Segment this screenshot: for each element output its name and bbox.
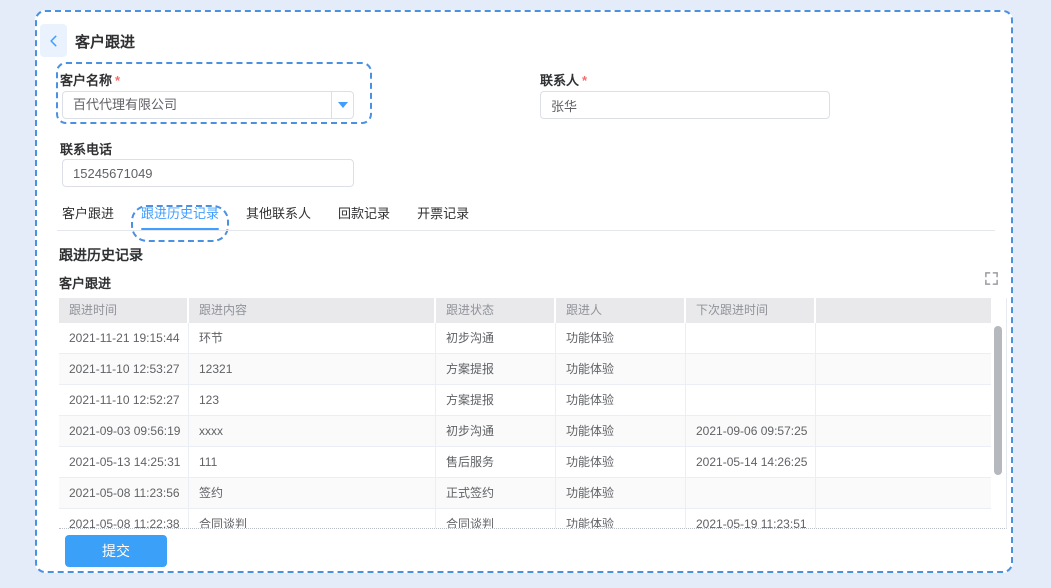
section-title: 跟进历史记录 (59, 245, 143, 265)
cell-followup-status: 方案提报 (436, 385, 556, 415)
tabs-divider (57, 230, 995, 231)
tab-payment-records[interactable]: 回款记录 (338, 198, 390, 230)
cell-followup-status: 售后服务 (436, 447, 556, 477)
cell-followup-time: 2021-11-10 12:52:27 (59, 385, 189, 415)
customer-name-select[interactable]: 百代代理有限公司 (62, 91, 354, 119)
tab-bar: 客户跟进 跟进历史记录 其他联系人 回款记录 开票记录 (62, 198, 469, 230)
cell-followup-person: 功能体验 (556, 478, 686, 508)
cell-followup-content: xxxx (189, 416, 436, 446)
required-asterisk: * (582, 73, 587, 88)
cell-followup-person: 功能体验 (556, 323, 686, 353)
cell-followup-content: 12321 (189, 354, 436, 384)
table-row: 2021-05-08 11:23:56 签约 正式签约 功能体验 (59, 478, 991, 509)
table-subtitle: 客户跟进 (59, 273, 111, 292)
column-header (816, 298, 991, 323)
cell-followup-person: 功能体验 (556, 354, 686, 384)
followup-history-table: 跟进时间 跟进内容 跟进状态 跟进人 下次跟进时间 2021-11-21 19:… (59, 298, 1007, 529)
cell-next-followup-time: 2021-09-06 09:57:25 (686, 416, 816, 446)
table-body: 2021-11-21 19:15:44 环节 初步沟通 功能体验 2021-11… (59, 323, 991, 529)
chevron-left-icon (47, 34, 61, 48)
cell-next-followup-time (686, 323, 816, 353)
table-scrollbar-thumb[interactable] (994, 326, 1002, 475)
back-button[interactable] (40, 24, 67, 57)
cell-followup-person: 功能体验 (556, 385, 686, 415)
cell-followup-time: 2021-11-10 12:53:27 (59, 354, 189, 384)
table-row: 2021-05-13 14:25:31 111 售后服务 功能体验 2021-0… (59, 447, 991, 478)
contact-phone-input[interactable] (62, 159, 354, 187)
cell-empty (816, 354, 991, 384)
cell-followup-status: 初步沟通 (436, 416, 556, 446)
fullscreen-corners-icon[interactable] (984, 271, 999, 286)
cell-followup-time: 2021-11-21 19:15:44 (59, 323, 189, 353)
table-row: 2021-11-21 19:15:44 环节 初步沟通 功能体验 (59, 323, 991, 354)
customer-name-label: 客户名称* (60, 72, 120, 90)
column-header: 跟进状态 (436, 298, 556, 323)
cell-followup-content: 签约 (189, 478, 436, 508)
cell-empty (816, 478, 991, 508)
tab-customer-followup[interactable]: 客户跟进 (62, 198, 114, 230)
column-header: 跟进时间 (59, 298, 189, 323)
cell-next-followup-time (686, 385, 816, 415)
table-row: 2021-05-08 11:22:38 合同谈判 合同谈判 功能体验 2021-… (59, 509, 991, 529)
column-header: 跟进人 (556, 298, 686, 323)
table-row: 2021-11-10 12:53:27 12321 方案提报 功能体验 (59, 354, 991, 385)
cell-followup-status: 正式签约 (436, 478, 556, 508)
cell-followup-status: 初步沟通 (436, 323, 556, 353)
cell-followup-status: 合同谈判 (436, 509, 556, 529)
contact-phone-label: 联系电话 (60, 141, 112, 159)
tab-invoice-records[interactable]: 开票记录 (417, 198, 469, 230)
cell-followup-time: 2021-09-03 09:56:19 (59, 416, 189, 446)
cell-followup-content: 123 (189, 385, 436, 415)
cell-followup-content: 111 (189, 447, 436, 477)
tab-followup-history[interactable]: 跟进历史记录 (141, 198, 219, 230)
tab-other-contacts[interactable]: 其他联系人 (246, 198, 311, 230)
column-header: 跟进内容 (189, 298, 436, 323)
cell-empty (816, 416, 991, 446)
cell-followup-status: 方案提报 (436, 354, 556, 384)
cell-empty (816, 509, 991, 529)
submit-button[interactable]: 提交 (65, 535, 167, 567)
cell-followup-content: 合同谈判 (189, 509, 436, 529)
cell-next-followup-time (686, 354, 816, 384)
cell-next-followup-time: 2021-05-14 14:26:25 (686, 447, 816, 477)
caret-down-icon (331, 92, 353, 118)
column-header: 下次跟进时间 (686, 298, 816, 323)
cell-followup-time: 2021-05-08 11:22:38 (59, 509, 189, 529)
cell-next-followup-time (686, 478, 816, 508)
cell-empty (816, 385, 991, 415)
table-row: 2021-11-10 12:52:27 123 方案提报 功能体验 (59, 385, 991, 416)
customer-name-value: 百代代理有限公司 (63, 92, 331, 118)
cell-next-followup-time: 2021-05-19 11:23:51 (686, 509, 816, 529)
page-title: 客户跟进 (75, 33, 135, 53)
cell-followup-person: 功能体验 (556, 509, 686, 529)
customer-followup-card: 客户跟进 客户名称* 百代代理有限公司 联系人* 联系电话 客户跟进 跟进历史记… (35, 10, 1013, 573)
cell-empty (816, 447, 991, 477)
cell-followup-time: 2021-05-08 11:23:56 (59, 478, 189, 508)
contact-person-label: 联系人* (540, 72, 587, 90)
contact-person-input[interactable] (540, 91, 830, 119)
cell-followup-person: 功能体验 (556, 447, 686, 477)
cell-followup-person: 功能体验 (556, 416, 686, 446)
cell-followup-content: 环节 (189, 323, 436, 353)
required-asterisk: * (115, 73, 120, 88)
table-row: 2021-09-03 09:56:19 xxxx 初步沟通 功能体验 2021-… (59, 416, 991, 447)
table-header-row: 跟进时间 跟进内容 跟进状态 跟进人 下次跟进时间 (59, 298, 991, 323)
cell-empty (816, 323, 991, 353)
cell-followup-time: 2021-05-13 14:25:31 (59, 447, 189, 477)
